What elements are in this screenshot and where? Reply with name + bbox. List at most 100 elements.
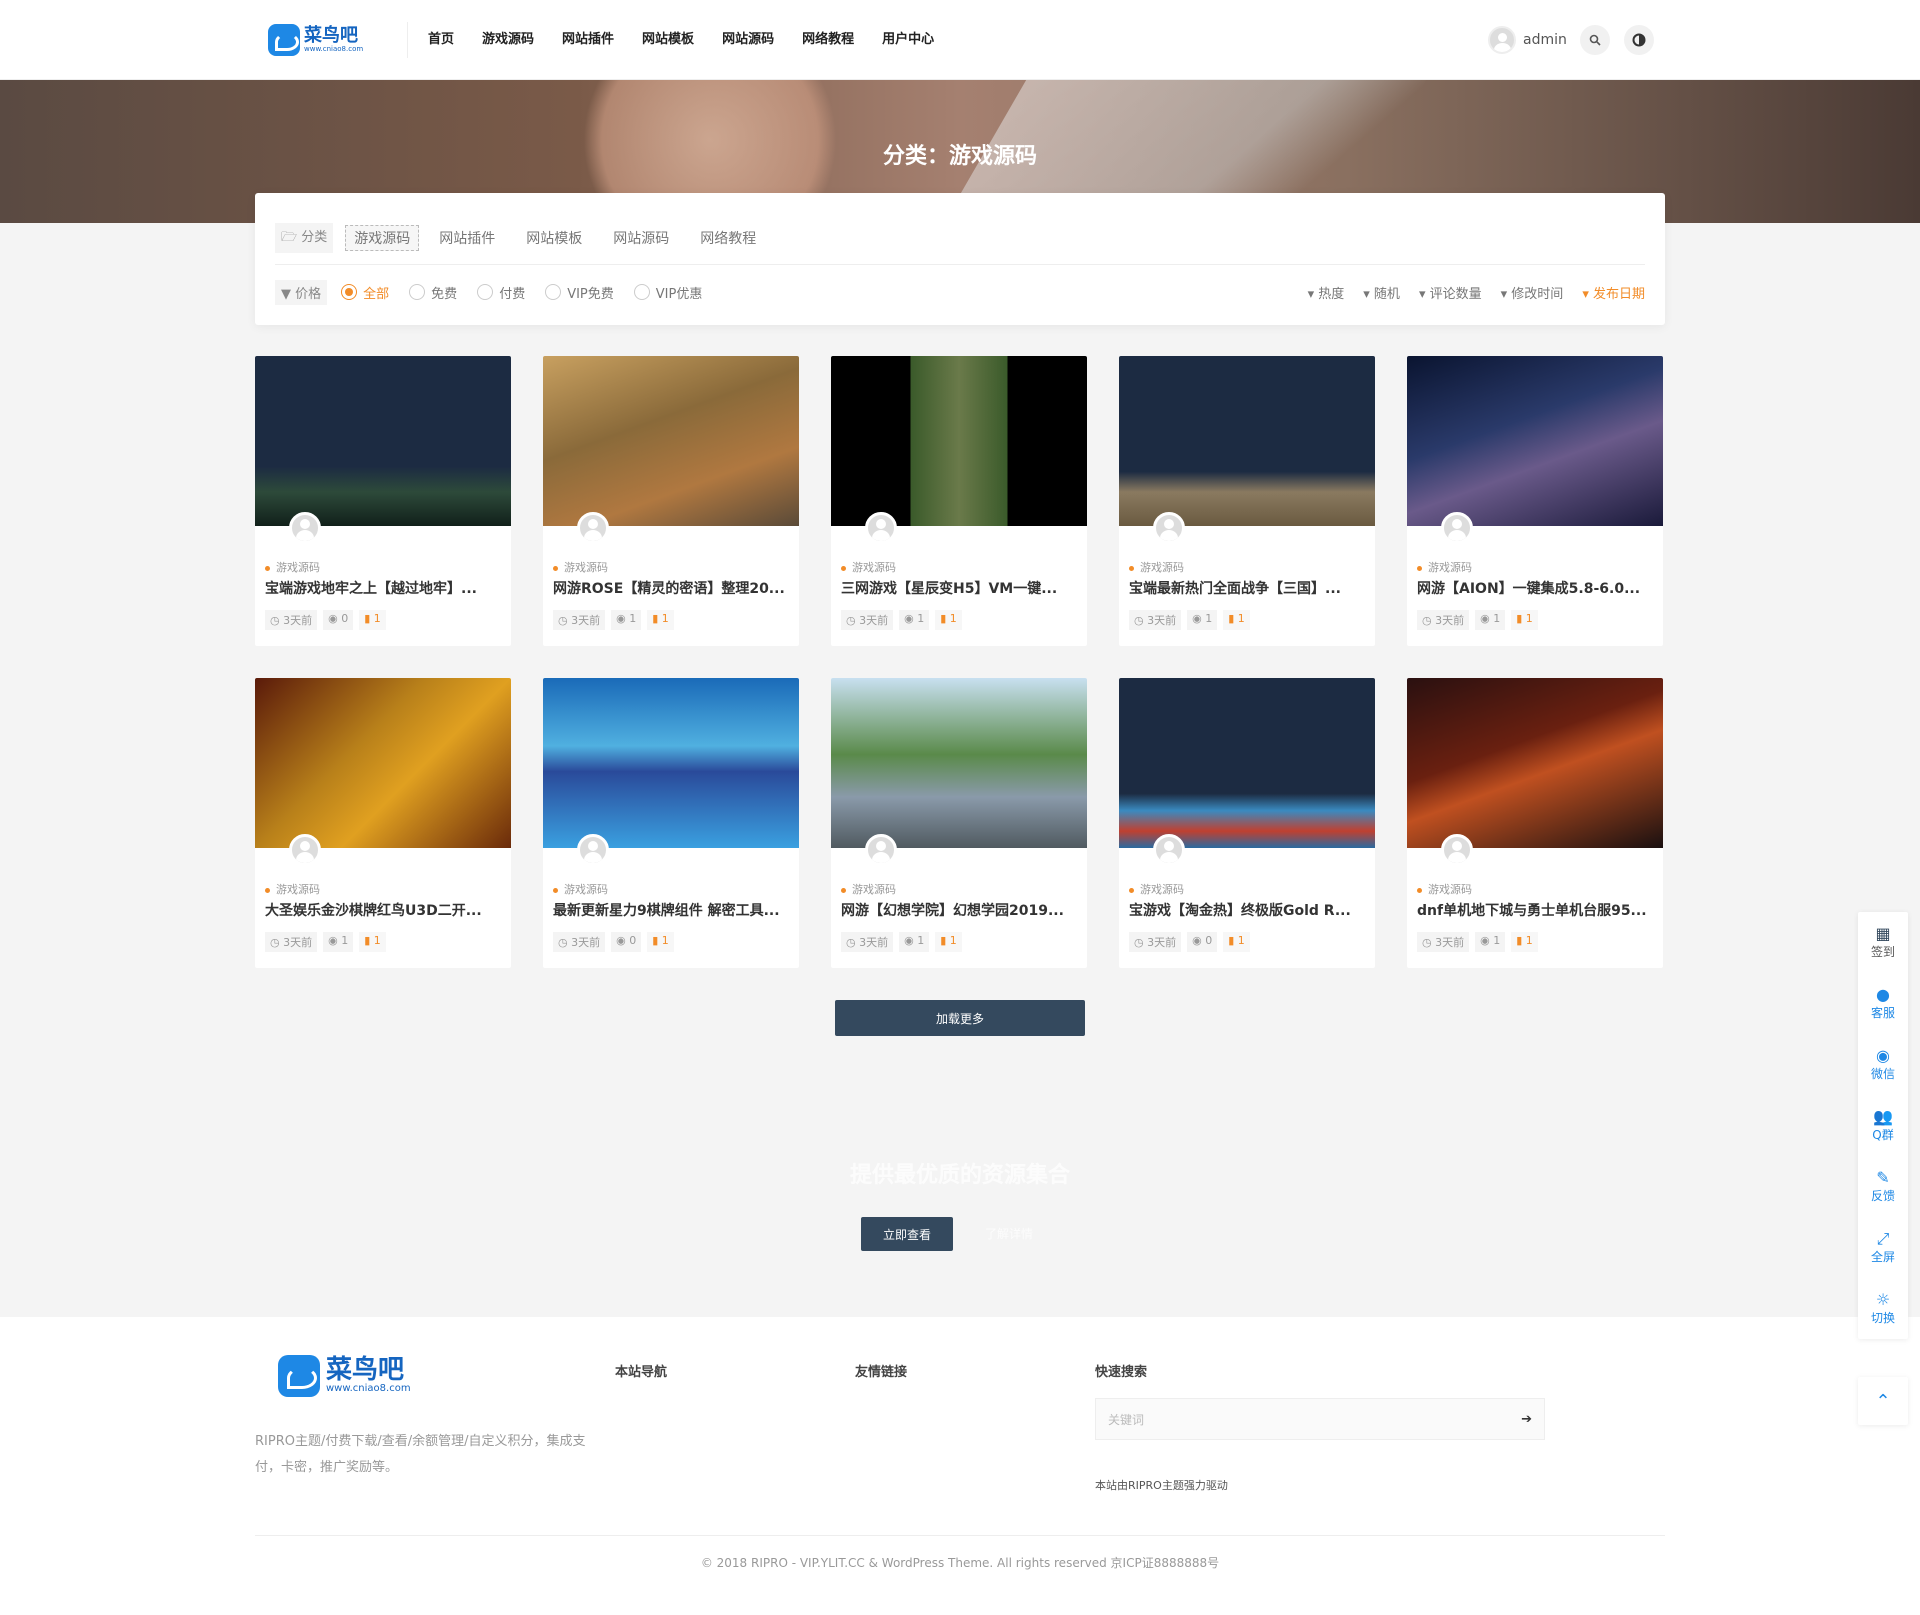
post-thumbnail[interactable] — [831, 678, 1087, 848]
post-meta: ◷ 3天前 ◉ 1 ▮ 1 — [1417, 932, 1544, 952]
filter-cat-tutorials[interactable]: 网络教程 — [700, 228, 756, 248]
theme-toggle-button[interactable] — [1624, 25, 1654, 55]
nav-item-plugins[interactable]: 网站插件 — [562, 30, 614, 50]
price-filter-label: ▼ 价格 — [275, 279, 328, 305]
price-radio-all[interactable]: 全部 — [341, 283, 389, 302]
sort-comments[interactable]: ▾ 评论数量 — [1419, 283, 1482, 302]
arrow-right-icon[interactable]: ➔ — [1521, 1412, 1532, 1427]
post-category[interactable]: 游戏源码 — [841, 559, 896, 575]
post-card[interactable]: 游戏源码 宝端游戏地牢之上【越过地牢】... ◷ 3天前 ◉ 0 ▮ 1 — [255, 356, 511, 646]
post-title[interactable]: dnf单机地下城与勇士单机台服95... — [1417, 900, 1653, 920]
post-card[interactable]: 游戏源码 网游ROSE【精灵的密语】整理20... ◷ 3天前 ◉ 1 ▮ 1 — [543, 356, 799, 646]
author-avatar[interactable] — [1441, 512, 1473, 544]
post-thumbnail[interactable] — [831, 356, 1087, 526]
footer-search-input[interactable]: 关键词 ➔ — [1095, 1398, 1545, 1440]
post-time: ◷ 3天前 — [1417, 610, 1470, 630]
user-menu[interactable]: admin — [1488, 26, 1567, 54]
post-category[interactable]: 游戏源码 — [1417, 559, 1472, 575]
post-category[interactable]: 游戏源码 — [841, 881, 896, 897]
post-thumbnail[interactable] — [1119, 678, 1375, 848]
author-avatar[interactable] — [865, 834, 897, 866]
post-category[interactable]: 游戏源码 — [1129, 881, 1184, 897]
post-card[interactable]: 游戏源码 三网游戏【星辰变H5】VM一键... ◷ 3天前 ◉ 1 ▮ 1 — [831, 356, 1087, 646]
author-avatar[interactable] — [1153, 512, 1185, 544]
post-category[interactable]: 游戏源码 — [1417, 881, 1472, 897]
author-avatar[interactable] — [577, 834, 609, 866]
sort-published[interactable]: ▾ 发布日期 — [1582, 283, 1645, 302]
price-radio-vip-free[interactable]: VIP免费 — [545, 283, 614, 302]
author-avatar[interactable] — [289, 834, 321, 866]
post-time: ◷ 3天前 — [841, 610, 894, 630]
author-avatar[interactable] — [1441, 834, 1473, 866]
nav-item-site-source[interactable]: 网站源码 — [722, 30, 774, 50]
post-title[interactable]: 网游ROSE【精灵的密语】整理20... — [553, 578, 789, 598]
post-title[interactable]: 宝端游戏地牢之上【越过地牢】... — [265, 578, 501, 598]
filter-cat-plugins[interactable]: 网站插件 — [439, 228, 495, 248]
sidebar-checkin[interactable]: ▦ 签到 — [1858, 912, 1908, 973]
post-card[interactable]: 游戏源码 大圣娱乐金沙棋牌红鸟U3D二开... ◷ 3天前 ◉ 1 ▮ 1 — [255, 678, 511, 968]
sidebar-service[interactable]: ● 客服 — [1858, 973, 1908, 1034]
post-category[interactable]: 游戏源码 — [1129, 559, 1184, 575]
post-meta: ◷ 3天前 ◉ 1 ▮ 1 — [1417, 610, 1544, 630]
category-filter-row: 🗁 分类 游戏源码 网站插件 网站模板 网站源码 网络教程 — [275, 223, 1645, 253]
promo-view-button[interactable]: 立即查看 — [861, 1217, 953, 1251]
sidebar-qq-group[interactable]: 👥 Q群 — [1858, 1095, 1908, 1156]
load-more-button[interactable]: 加载更多 — [835, 1000, 1085, 1036]
post-title[interactable]: 宝端最新热门全面战争【三国】... — [1129, 578, 1365, 598]
search-button[interactable] — [1580, 25, 1610, 55]
post-card[interactable]: 游戏源码 网游【幻想学院】幻想学园2019... ◷ 3天前 ◉ 1 ▮ 1 — [831, 678, 1087, 968]
sidebar-wechat[interactable]: ◉ 微信 — [1858, 1034, 1908, 1095]
sort-modified[interactable]: ▾ 修改时间 — [1501, 283, 1564, 302]
post-thumbnail[interactable] — [1407, 356, 1663, 526]
post-thumbnail[interactable] — [255, 678, 511, 848]
post-category[interactable]: 游戏源码 — [265, 559, 320, 575]
author-avatar[interactable] — [865, 512, 897, 544]
post-thumbnail[interactable] — [1119, 356, 1375, 526]
post-thumbnail[interactable] — [255, 356, 511, 526]
post-title[interactable]: 三网游戏【星辰变H5】VM一键... — [841, 578, 1077, 598]
footer-links-title: 友情链接 — [855, 1365, 908, 1380]
sidebar-feedback[interactable]: ✎ 反馈 — [1858, 1156, 1908, 1217]
post-title[interactable]: 大圣娱乐金沙棋牌红鸟U3D二开... — [265, 900, 501, 920]
sidebar-switch[interactable]: ☼ 切换 — [1858, 1278, 1908, 1339]
filter-cat-game-source[interactable]: 游戏源码 — [345, 225, 420, 251]
author-avatar[interactable] — [1153, 834, 1185, 866]
filter-cat-site-source[interactable]: 网站源码 — [613, 228, 669, 248]
post-thumbnail[interactable] — [543, 356, 799, 526]
price-radio-paid[interactable]: 付费 — [477, 283, 525, 302]
clock-icon: ◷ — [846, 936, 860, 949]
post-card[interactable]: 游戏源码 dnf单机地下城与勇士单机台服95... ◷ 3天前 ◉ 1 ▮ 1 — [1407, 678, 1663, 968]
nav-item-home[interactable]: 首页 — [428, 30, 454, 50]
nav-item-tutorials[interactable]: 网络教程 — [802, 30, 854, 50]
nav-item-game-source[interactable]: 游戏源码 — [482, 30, 534, 50]
nav-item-templates[interactable]: 网站模板 — [642, 30, 694, 50]
sort-random[interactable]: ▾ 随机 — [1363, 283, 1400, 302]
calendar-icon: ▦ — [1875, 924, 1891, 943]
nav-item-user-center[interactable]: 用户中心 — [882, 30, 934, 50]
back-to-top-button[interactable]: ⌃ — [1858, 1377, 1908, 1425]
sort-popularity[interactable]: ▾ 热度 — [1308, 283, 1345, 302]
post-card[interactable]: 游戏源码 宝端最新热门全面战争【三国】... ◷ 3天前 ◉ 1 ▮ 1 — [1119, 356, 1375, 646]
post-thumbnail[interactable] — [543, 678, 799, 848]
filter-cat-templates[interactable]: 网站模板 — [526, 228, 582, 248]
post-card[interactable]: 游戏源码 宝游戏【淘金热】终极版Gold R... ◷ 3天前 ◉ 0 ▮ 1 — [1119, 678, 1375, 968]
post-thumbnail[interactable] — [1407, 678, 1663, 848]
sidebar-fullscreen[interactable]: ⤢ 全屏 — [1858, 1217, 1908, 1278]
post-views: ◉ 1 — [1187, 610, 1218, 630]
post-title[interactable]: 网游【AION】一键集成5.8-6.0... — [1417, 578, 1653, 598]
post-category[interactable]: 游戏源码 — [553, 881, 608, 897]
post-title[interactable]: 最新更新星力9棋牌组件 解密工具... — [553, 900, 789, 920]
site-logo[interactable]: 菜鸟吧 www.cniao8.com — [268, 22, 403, 58]
author-avatar[interactable] — [577, 512, 609, 544]
post-category[interactable]: 游戏源码 — [553, 559, 608, 575]
post-card[interactable]: 游戏源码网游【AION】一键集成5.8-6.0... ◷ 3天前 ◉ 1 ▮ 1 — [1407, 356, 1663, 646]
post-category[interactable]: 游戏源码 — [265, 881, 320, 897]
price-radio-free[interactable]: 免费 — [409, 283, 457, 302]
author-avatar[interactable] — [289, 512, 321, 544]
post-title[interactable]: 网游【幻想学院】幻想学园2019... — [841, 900, 1077, 920]
promo-learn-link[interactable]: 了解详情 — [985, 1225, 1033, 1242]
post-card[interactable]: 游戏源码 最新更新星力9棋牌组件 解密工具... ◷ 3天前 ◉ 0 ▮ 1 — [543, 678, 799, 968]
price-radio-vip-discount[interactable]: VIP优惠 — [633, 283, 702, 302]
post-title[interactable]: 宝游戏【淘金热】终极版Gold R... — [1129, 900, 1365, 920]
footer-logo[interactable]: 菜鸟吧 www.cniao8.com — [278, 1355, 411, 1397]
